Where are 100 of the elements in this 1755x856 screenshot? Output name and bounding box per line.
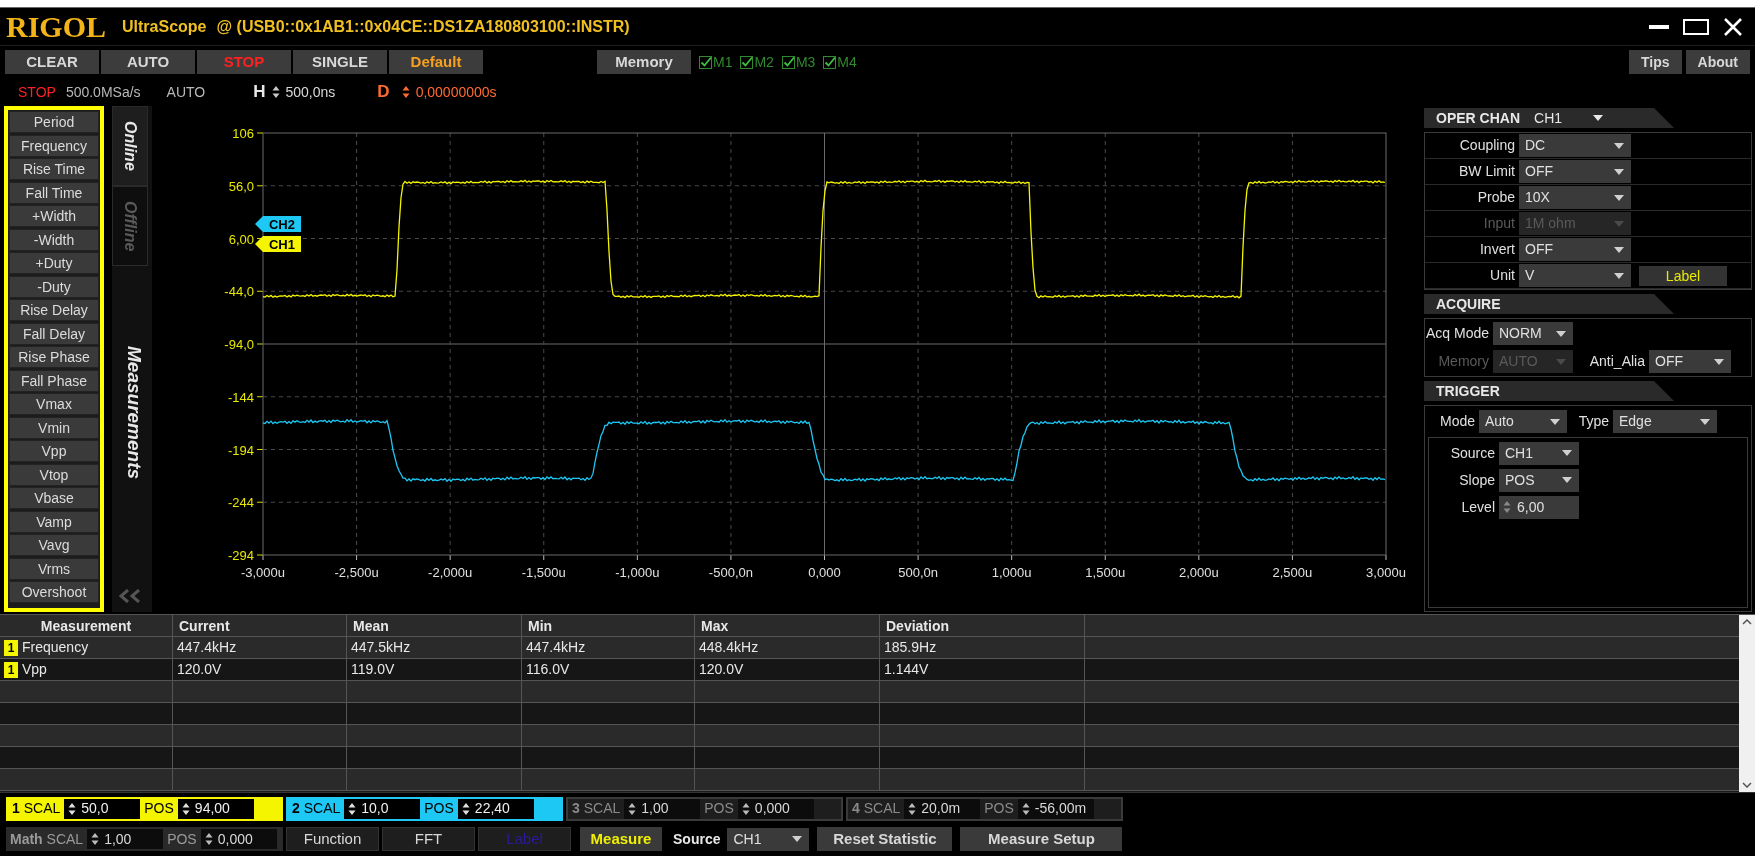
toolbar-button[interactable]: Tips <box>1629 50 1682 74</box>
toolbar-button[interactable]: SINGLE <box>293 50 387 74</box>
spin-arrows-icon <box>1021 801 1030 816</box>
delay-label: D <box>377 81 390 104</box>
close-button[interactable] <box>1723 16 1743 37</box>
dropdown[interactable]: CH1 <box>727 827 810 851</box>
measure-button[interactable]: Fall Delay <box>9 322 99 345</box>
spin-arrows-icon <box>181 801 190 816</box>
measure-button[interactable]: Vmax <box>9 393 99 415</box>
label-button[interactable]: Label <box>1639 265 1727 286</box>
channel-label: 1 SCAL <box>11 799 62 818</box>
table-cell-text: 447.5kHz <box>351 638 411 657</box>
measure-button[interactable]: Vpp <box>9 440 99 462</box>
dropdown[interactable]: POS <box>1499 468 1579 492</box>
measure-button[interactable]: +Width <box>9 205 99 227</box>
side-tab[interactable]: Online <box>112 106 148 186</box>
dropdown[interactable]: OFF <box>1519 160 1631 183</box>
app-title: UltraScope <box>122 16 207 37</box>
measure-button[interactable]: Rise Delay <box>9 299 99 321</box>
dropdown[interactable]: OFF <box>1519 238 1631 261</box>
field-label: Acq Mode <box>1425 324 1489 343</box>
measure-button[interactable]: -Width <box>9 228 99 251</box>
column-header: Measurement <box>0 615 173 636</box>
table-cell-text: 1.144V <box>884 660 929 679</box>
spin-arrows-icon <box>461 801 470 816</box>
measure-button[interactable]: -Duty <box>9 275 99 298</box>
horizontal-label: H <box>253 81 266 104</box>
measure-button[interactable]: Rise Phase <box>9 346 99 368</box>
measure-button[interactable]: Period <box>9 111 99 133</box>
channel-badge: 1 <box>4 639 18 656</box>
table-cell-text: 448.4kHz <box>699 638 759 657</box>
position-spinbox[interactable]: -56,00m <box>1017 798 1094 819</box>
x-axis-label: 1,000u <box>991 565 1032 580</box>
measure-bar-button[interactable]: Measure Setup <box>960 827 1123 851</box>
level-spinbox[interactable]: 6,00 <box>1499 495 1579 519</box>
column-header: Max <box>695 615 880 636</box>
measure-button[interactable]: Frequency <box>9 134 99 157</box>
measure-button[interactable]: Fall Phase <box>9 369 99 392</box>
maximize-icon <box>1683 18 1709 35</box>
position-label: POS <box>423 799 455 818</box>
math-button[interactable]: Function <box>286 827 379 851</box>
spin-arrows-icon <box>91 832 100 846</box>
maximize-button[interactable] <box>1683 16 1709 37</box>
scroll-up-icon <box>1742 619 1752 625</box>
scrollbar[interactable] <box>1739 615 1755 792</box>
dropdown[interactable]: CH1 <box>1499 441 1579 465</box>
column-header: Deviation <box>880 615 1085 636</box>
measure-button[interactable]: Measure <box>580 827 662 851</box>
measure-button[interactable]: Vmin <box>9 416 99 439</box>
measure-button[interactable]: Rise Time <box>9 158 99 180</box>
math-label: Math SCAL <box>9 829 85 849</box>
dropdown[interactable]: 10X <box>1519 186 1631 209</box>
table-cell-text: 447.4kHz <box>526 638 586 657</box>
measure-button[interactable]: Vamp <box>9 510 99 533</box>
spin-arrows-icon <box>628 801 637 816</box>
measure-bar-button[interactable]: Reset Statistic <box>817 827 953 851</box>
toolbar-button[interactable]: AUTO <box>101 50 195 74</box>
dropdown[interactable]: Auto <box>1479 410 1567 433</box>
measure-button[interactable]: Vtop <box>9 463 99 486</box>
position-spinbox[interactable]: 0,000 <box>200 829 277 849</box>
field-label: BW Limit <box>1458 162 1515 181</box>
toolbar-button[interactable]: About <box>1685 50 1750 74</box>
dropdown-caret-icon <box>1561 449 1573 457</box>
measure-button[interactable]: Vrms <box>9 557 99 580</box>
measure-button[interactable]: +Duty <box>9 252 99 274</box>
dropdown-caret-icon <box>1613 245 1625 254</box>
memory-checkbox[interactable]: M3 <box>781 51 816 73</box>
x-axis-label: 3,000u <box>1366 565 1406 580</box>
dropdown[interactable]: V <box>1519 264 1631 287</box>
section-header: ACQUIRE <box>1424 294 1674 314</box>
dropdown[interactable]: NORM <box>1493 322 1573 345</box>
y-axis-label: 106 <box>232 126 254 141</box>
scale-spinbox[interactable]: 1,00 <box>624 798 701 819</box>
scale-spinbox[interactable]: 1,00 <box>87 829 164 849</box>
position-spinbox[interactable]: 0,000 <box>737 798 814 819</box>
dropdown[interactable]: OFF <box>1649 350 1731 373</box>
dropdown[interactable]: Edge <box>1613 410 1717 433</box>
y-axis-label: 56,0 <box>228 178 254 194</box>
measure-button[interactable]: Fall Time <box>9 181 99 204</box>
column-header: Mean <box>347 615 522 636</box>
x-axis-label: 500,0n <box>898 565 938 580</box>
position-spinbox[interactable]: 94,00 <box>177 798 254 819</box>
scale-spinbox[interactable]: 50,0 <box>64 798 141 819</box>
measure-button[interactable]: Vavg <box>9 534 99 556</box>
channel-dropdown[interactable]: CH1 <box>1534 107 1605 129</box>
scale-spinbox[interactable]: 20,0m <box>904 798 981 819</box>
y-axis-label: -294 <box>227 548 254 563</box>
toolbar-button[interactable]: Default <box>389 50 483 74</box>
math-button[interactable]: FFT <box>382 827 475 851</box>
memory-button[interactable]: Memory <box>597 50 691 74</box>
scale-spinbox[interactable]: 10,0 <box>344 798 421 819</box>
position-spinbox[interactable]: 22,40 <box>457 798 534 819</box>
toolbar-button[interactable]: CLEAR <box>5 50 99 74</box>
memory-checkbox[interactable]: M4 <box>823 51 857 73</box>
measure-button[interactable]: Overshoot <box>9 581 99 603</box>
dropdown[interactable]: DC <box>1519 134 1631 157</box>
position-label: POS <box>703 799 735 818</box>
memory-checkbox[interactable]: M1 <box>699 51 733 73</box>
memory-checkbox[interactable]: M2 <box>740 51 774 73</box>
measure-button[interactable]: Vbase <box>9 487 99 509</box>
